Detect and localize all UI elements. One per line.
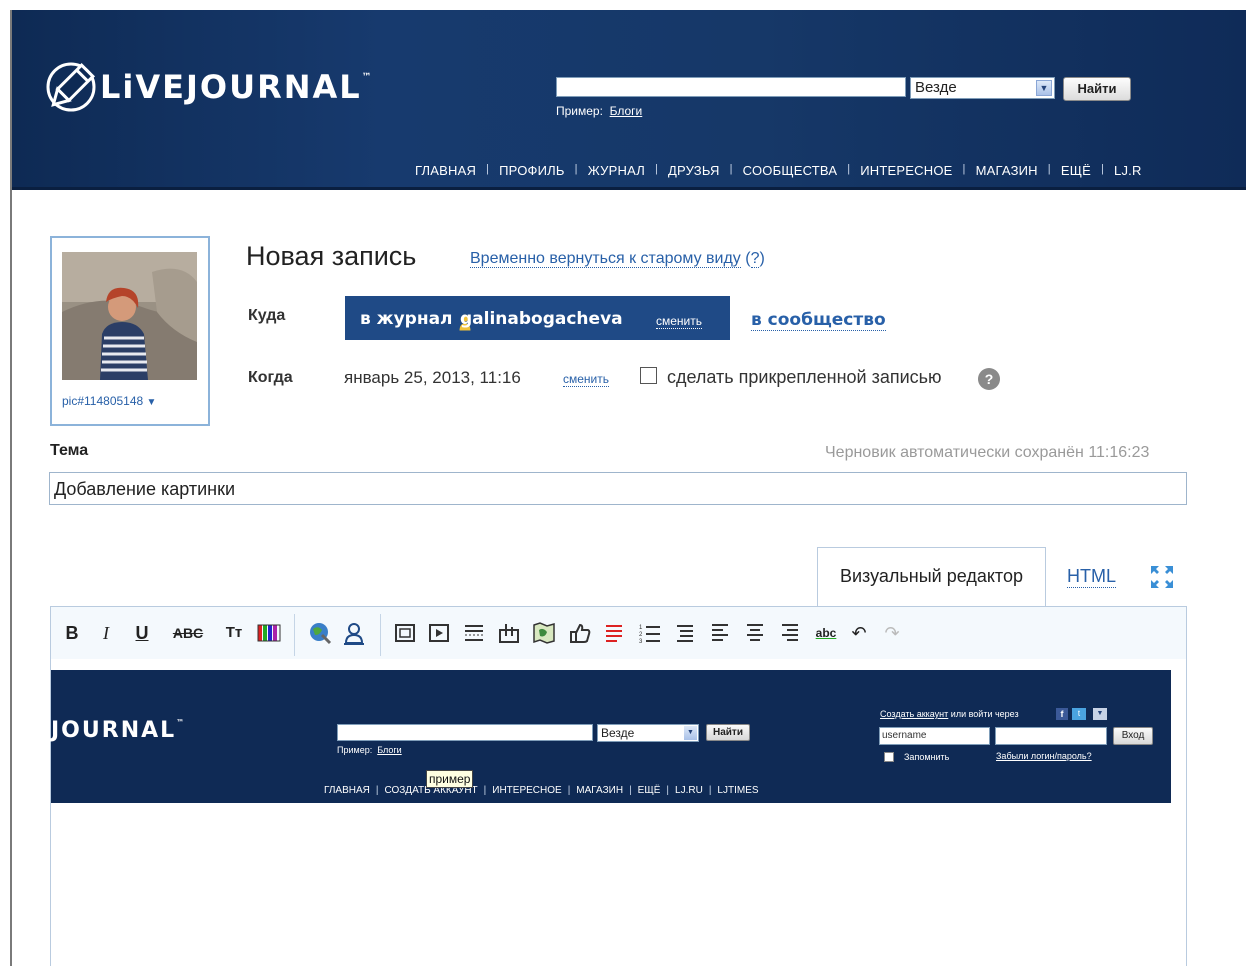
- facebook-icon: f: [1056, 708, 1068, 720]
- subject-input[interactable]: Добавление картинки: [49, 472, 1187, 505]
- insert-spoiler-icon[interactable]: [603, 622, 625, 644]
- embedded-search-button: Найти: [706, 724, 750, 741]
- tab-html[interactable]: HTML: [1067, 566, 1116, 588]
- svg-text:2: 2: [639, 632, 643, 638]
- like-buttons-icon[interactable]: [568, 621, 592, 645]
- subject-label: Тема: [50, 442, 89, 459]
- nav-item-interesting[interactable]: ИНТЕРЕСНОЕ: [860, 163, 952, 178]
- help-icon[interactable]: ?: [978, 368, 1000, 390]
- draft-status: Черновик автоматически сохранён 11:16:23: [825, 444, 1150, 461]
- embedded-password-field: [995, 727, 1107, 745]
- nav-item-journal[interactable]: ЖУРНАЛ: [588, 163, 645, 178]
- embedded-nav: ГЛАВНАЯ | СОЗДАТЬ АККАУНТ | ИНТЕРЕСНОЕ | МАГАЗ…: [324, 785, 759, 796]
- insert-image-icon[interactable]: [394, 622, 416, 644]
- chevron-down-icon: ▼: [146, 397, 157, 408]
- livejournal-pencil-logo-icon[interactable]: [44, 58, 98, 116]
- nav-item-friends[interactable]: ДРУЗЬЯ: [668, 163, 720, 178]
- align-center-icon[interactable]: [744, 622, 766, 644]
- insert-cut-icon[interactable]: [463, 622, 485, 644]
- journal-username[interactable]: galinabogacheva: [460, 309, 623, 329]
- search-scope-value: Везде: [915, 79, 957, 96]
- chevron-down-icon: ▼: [684, 726, 697, 740]
- embedded-logo: JOURNAL™: [51, 718, 187, 743]
- userpic-avatar[interactable]: [62, 252, 197, 380]
- embedded-forgot-link: Забыли логин/пароль?: [996, 751, 1092, 761]
- search-hint: Пример: Блоги: [556, 104, 643, 118]
- bold-button[interactable]: B: [62, 620, 82, 646]
- align-right-icon[interactable]: [779, 622, 801, 644]
- insert-poll-icon[interactable]: [498, 622, 520, 644]
- bulleted-list-icon[interactable]: [674, 622, 696, 644]
- nav-item-more[interactable]: ЕЩЁ: [1061, 163, 1091, 178]
- chevron-down-icon[interactable]: ▼: [1036, 80, 1052, 96]
- nav-item-communities[interactable]: СООБЩЕСТВА: [743, 163, 838, 178]
- embedded-login-button: Вход: [1113, 727, 1153, 745]
- site-logo[interactable]: LiVEJOURNAL™: [100, 68, 374, 106]
- underline-button[interactable]: U: [131, 620, 153, 646]
- insert-video-icon[interactable]: [428, 622, 450, 644]
- post-date: январь 25, 2013, 11:16: [344, 368, 521, 387]
- toolbar-separator: [294, 614, 295, 656]
- search-scope-select[interactable]: Везде ▼: [910, 77, 1055, 99]
- embedded-search-hint: Пример: Блоги: [337, 745, 402, 755]
- svg-text:3: 3: [639, 639, 643, 644]
- toolbar-separator: [380, 614, 381, 656]
- page-title: Новая запись: [246, 241, 417, 271]
- tab-visual-editor[interactable]: Визуальный редактор: [817, 547, 1046, 607]
- insert-map-icon[interactable]: [531, 620, 557, 646]
- userpic-selector[interactable]: pic#114805148 ▼: [62, 394, 156, 408]
- journal-target-label: в журнал: [360, 309, 453, 329]
- embedded-username-field: username: [879, 727, 990, 745]
- svg-text:1: 1: [639, 625, 643, 631]
- embedded-account-text: Создать аккаунт или войти через: [880, 709, 1019, 719]
- embedded-remember-checkbox: [884, 752, 894, 762]
- redo-icon[interactable]: ↷: [883, 620, 901, 646]
- strikethrough-button[interactable]: ABC: [168, 620, 208, 646]
- text-size-button[interactable]: Tт: [222, 620, 246, 646]
- insert-link-globe-icon[interactable]: [308, 621, 332, 645]
- main-nav: ГЛАВНАЯ | ПРОФИЛЬ | ЖУРНАЛ | ДРУЗЬЯ | СООБЩЕСТВА…: [415, 163, 1142, 178]
- align-left-icon[interactable]: [709, 622, 731, 644]
- chevron-down-icon: ▼: [1093, 708, 1107, 720]
- undo-icon[interactable]: ↶: [850, 620, 868, 646]
- spellcheck-button[interactable]: abc: [813, 620, 839, 646]
- search-input[interactable]: [556, 77, 906, 97]
- window-frame-top: [0, 0, 1246, 10]
- nav-item-profile[interactable]: ПРОФИЛЬ: [499, 163, 565, 178]
- change-journal-link[interactable]: сменить: [656, 314, 703, 329]
- sticky-checkbox[interactable]: [640, 367, 657, 384]
- italic-button[interactable]: I: [96, 620, 116, 646]
- search-hint-link[interactable]: Блоги: [610, 104, 643, 118]
- text-color-icon[interactable]: [257, 623, 281, 643]
- insert-user-icon[interactable]: [343, 621, 365, 645]
- embedded-remember-label: Запомнить: [904, 752, 950, 762]
- embedded-search-input: [337, 724, 593, 741]
- nav-item-shop[interactable]: МАГАЗИН: [976, 163, 1038, 178]
- change-date-link[interactable]: сменить: [563, 372, 610, 387]
- old-view-link[interactable]: Временно вернуться к старому виду (?): [470, 250, 765, 268]
- nav-item-ljr[interactable]: LJ.R: [1114, 163, 1142, 178]
- search-button[interactable]: Найти: [1063, 77, 1131, 101]
- fullscreen-expand-icon[interactable]: [1150, 565, 1174, 589]
- sticky-label[interactable]: сделать прикрепленной записью: [667, 367, 942, 388]
- numbered-list-icon[interactable]: 123: [638, 622, 662, 644]
- when-label: Когда: [248, 369, 293, 386]
- embedded-search-select: Везде ▼: [597, 724, 699, 742]
- image-tooltip: пример: [426, 770, 474, 788]
- where-label: Куда: [248, 307, 286, 324]
- twitter-icon: t: [1072, 708, 1086, 720]
- to-community-link[interactable]: в сообщество: [751, 310, 886, 331]
- nav-item-home[interactable]: ГЛАВНАЯ: [415, 163, 476, 178]
- header-border: [12, 187, 1246, 190]
- old-view-help-link[interactable]: ?: [750, 250, 760, 268]
